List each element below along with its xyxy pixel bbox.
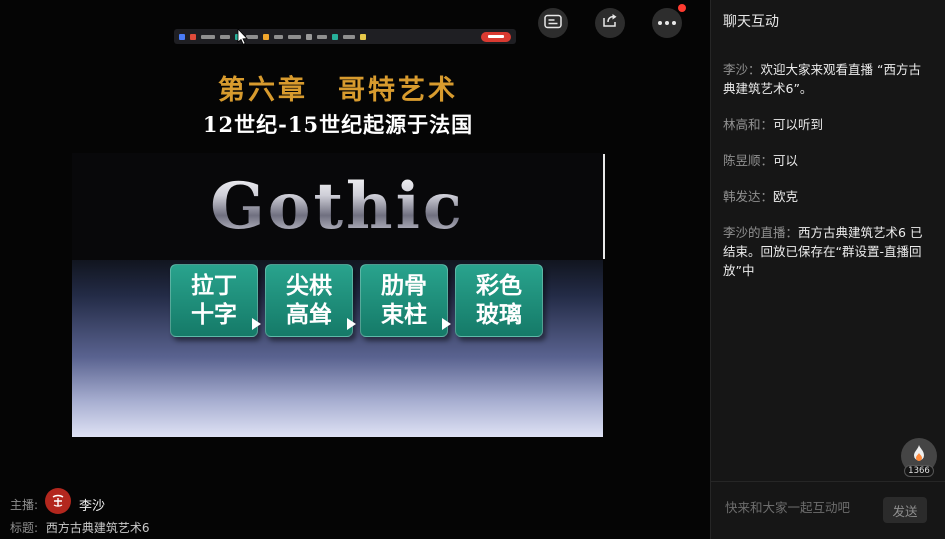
keyword-line: 束柱 xyxy=(381,301,427,330)
chat-input[interactable] xyxy=(725,500,875,515)
slide-title: 第六章 哥特艺术 xyxy=(72,68,604,107)
arrow-right-icon xyxy=(252,318,261,330)
stream-title-value: 西方古典建筑艺术6 xyxy=(46,521,150,535)
keyword-line: 彩色 xyxy=(476,272,522,301)
send-button[interactable]: 发送 xyxy=(883,497,927,523)
chat-sender: 李沙： xyxy=(723,62,761,77)
toolbar-icon[interactable] xyxy=(306,34,312,40)
cursor-icon xyxy=(237,29,248,49)
seal-avatar xyxy=(49,492,67,510)
chat-text: 欧克 xyxy=(773,189,798,204)
keyword-line: 拉丁 xyxy=(191,272,237,301)
toolbar-item[interactable] xyxy=(343,35,355,39)
share-icon xyxy=(601,13,619,33)
keyword-box: 彩色 玻璃 xyxy=(455,264,543,337)
keyword-line: 尖栱 xyxy=(286,272,332,301)
chat-text: 可以 xyxy=(773,153,798,168)
slide-hero-image: Gothic xyxy=(72,153,603,260)
toolbar-item[interactable] xyxy=(317,35,327,39)
chat-sender: 李沙的直播： xyxy=(723,225,798,240)
slide-subtitle: 12世纪-15世纪起源于法国 xyxy=(72,109,604,139)
toolbar-icon[interactable] xyxy=(190,34,196,40)
keyword-box: 肋骨 束柱 xyxy=(360,264,448,337)
notification-dot xyxy=(678,4,686,12)
caret-line xyxy=(603,154,605,259)
chat-text: 可以听到 xyxy=(773,117,823,132)
chat-message-list[interactable]: 李沙：欢迎大家来观看直播 “西方古典建筑艺术6”。 林高和：可以听到 陈昱顺：可… xyxy=(723,60,931,297)
chat-message: 韩发达：欧克 xyxy=(723,187,931,206)
arrow-right-icon xyxy=(442,318,451,330)
host-name: 李沙 xyxy=(79,495,105,514)
hero-word: Gothic xyxy=(210,169,465,244)
toolbar-item[interactable] xyxy=(201,35,215,39)
live-viewer-window: 第六章 哥特艺术 12世纪-15世纪起源于法国 Gothic 拉丁 十字 尖栱 … xyxy=(0,0,945,539)
chat-sender: 陈昱顺： xyxy=(723,153,773,168)
toolbar-icon[interactable] xyxy=(263,34,269,40)
host-avatar xyxy=(45,488,71,514)
keyword-line: 高耸 xyxy=(286,301,332,330)
keyword-line: 十字 xyxy=(191,301,237,330)
stream-title-row: 标题: 西方古典建筑艺术6 xyxy=(10,519,150,536)
danmaku-icon xyxy=(544,14,562,33)
like-count-badge: 1366 xyxy=(904,465,934,477)
presenter-toolbar[interactable] xyxy=(174,29,516,44)
chat-message: 林高和：可以听到 xyxy=(723,115,931,134)
chat-input-bar: 发送 xyxy=(711,481,945,539)
record-stop-button[interactable] xyxy=(481,32,511,42)
more-icon xyxy=(658,21,676,25)
toolbar-icon[interactable] xyxy=(332,34,338,40)
chat-panel-title: 聊天互动 xyxy=(723,11,779,31)
presentation-stage: 第六章 哥特艺术 12世纪-15世纪起源于法国 Gothic 拉丁 十字 尖栱 … xyxy=(0,0,710,539)
chat-message-system: 李沙的直播：西方古典建筑艺术6 已结束。回放已保存在“群设置-直播回放”中 xyxy=(723,223,931,280)
chat-sender: 林高和： xyxy=(723,117,773,132)
keyword-box: 拉丁 十字 xyxy=(170,264,258,337)
keyword-line: 肋骨 xyxy=(381,272,427,301)
stream-title-label: 标题: xyxy=(10,521,38,535)
chat-message: 陈昱顺：可以 xyxy=(723,151,931,170)
keyword-box: 尖栱 高耸 xyxy=(265,264,353,337)
keyword-line: 玻璃 xyxy=(476,301,522,330)
toolbar-item[interactable] xyxy=(288,35,301,39)
chat-sender: 韩发达： xyxy=(723,189,773,204)
more-button[interactable] xyxy=(652,8,682,38)
chat-message: 李沙：欢迎大家来观看直播 “西方古典建筑艺术6”。 xyxy=(723,60,931,98)
toolbar-item[interactable] xyxy=(274,35,283,39)
toolbar-icon[interactable] xyxy=(360,34,366,40)
host-label: 主播: xyxy=(10,496,38,513)
share-button[interactable] xyxy=(595,8,625,38)
toolbar-logo-icon[interactable] xyxy=(179,34,185,40)
chat-panel: 聊天互动 李沙：欢迎大家来观看直播 “西方古典建筑艺术6”。 林高和：可以听到 … xyxy=(710,0,945,539)
arrow-right-icon xyxy=(347,318,356,330)
toolbar-item[interactable] xyxy=(220,35,230,39)
danmaku-button[interactable] xyxy=(538,8,568,38)
